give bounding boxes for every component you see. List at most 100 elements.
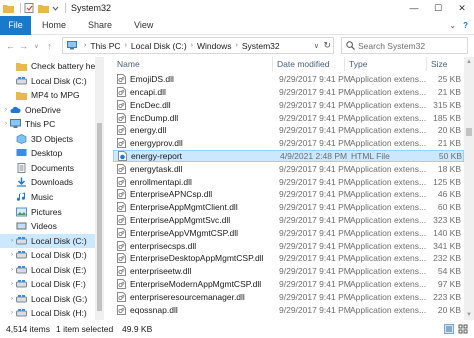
toolbar-separator (20, 3, 21, 13)
nav-item[interactable]: Documents (0, 161, 95, 175)
nav-item[interactable]: › Local Disk (D:) (0, 248, 95, 262)
nav-item-label: Local Disk (F:) (31, 279, 86, 290)
expand-chevron-icon[interactable]: › (8, 252, 16, 258)
scroll-up-icon[interactable]: ▲ (464, 57, 474, 67)
file-row[interactable]: EnterpriseAppMgmtSvc.dll 9/29/2017 9:41 P… (113, 214, 464, 227)
file-date: 4/9/2021 2:48 PM (280, 151, 348, 162)
tab-file[interactable]: File (0, 15, 31, 35)
up-arrow-icon[interactable]: ↑ (43, 37, 56, 55)
file-list-scrollbar[interactable]: ▲ ▼ (464, 57, 474, 320)
file-row[interactable]: eqossnap.dll 9/29/2017 9:41 PM Application… (113, 303, 464, 316)
column-header-date[interactable]: Date modified (273, 57, 345, 71)
expand-chevron-icon[interactable]: › (2, 121, 10, 127)
recent-locations-icon[interactable]: ∨ (30, 37, 43, 55)
chevron-down-icon[interactable]: ∨ (314, 38, 319, 53)
nav-item[interactable]: › Local Disk (E:) (0, 263, 95, 277)
chevron-right-icon[interactable]: › (125, 42, 127, 49)
expand-chevron-icon[interactable]: › (2, 107, 10, 113)
nav-item[interactable]: › Local Disk (C:) (0, 233, 95, 248)
file-row[interactable]: energytask.dll 9/29/2017 9:41 PM Applicati… (113, 163, 464, 176)
nav-item[interactable]: Desktop (0, 146, 95, 160)
search-box[interactable] (341, 37, 468, 54)
file-size: 323 KB (433, 215, 461, 226)
scrollbar-thumb[interactable] (466, 128, 472, 136)
file-row[interactable]: enterpriseresourcemanager.dll 9/29/2017 9… (113, 291, 464, 304)
nav-item[interactable]: › Local Disk (G:) (0, 292, 95, 306)
tab-home[interactable]: Home (31, 16, 77, 35)
file-row[interactable]: enrollmentapi.dll 9/29/2017 9:41 PM Applic… (113, 175, 464, 188)
nav-scrollbar[interactable] (95, 57, 104, 320)
column-header-size[interactable]: Size (427, 57, 464, 71)
nav-item[interactable]: MP4 to MPG (0, 88, 95, 102)
nav-item[interactable]: › Local Disk (H:) (0, 306, 95, 320)
search-input[interactable] (358, 40, 468, 51)
expand-chevron-icon[interactable]: › (8, 310, 16, 316)
expand-chevron-icon[interactable]: › (8, 267, 16, 273)
file-row[interactable]: EnterpriseModernAppMgmtCSP.dll 9/29/2017 … (113, 278, 464, 291)
file-row[interactable]: EnterpriseDesktopAppMgmtCSP.dll 9/29/2017… (113, 252, 464, 265)
nav-item[interactable]: Downloads (0, 175, 95, 189)
tab-share[interactable]: Share (77, 16, 123, 35)
forward-arrow-icon[interactable]: → (17, 37, 30, 55)
file-row[interactable]: EncDump.dll 9/29/2017 9:41 PM Application … (113, 111, 464, 124)
address-bar[interactable]: › This PC › Local Disk (C:) › Windows › … (62, 37, 334, 54)
file-row[interactable]: EnterpriseAPNCsp.dll 9/29/2017 9:41 PM App… (113, 188, 464, 201)
file-row[interactable]: EmojiDS.dll 9/29/2017 9:41 PM Application … (113, 73, 464, 86)
properties-icon[interactable] (24, 3, 35, 13)
file-row[interactable]: EnterpriseAppVMgmtCSP.dll 9/29/2017 9:41 … (113, 227, 464, 240)
nav-item[interactable]: Music (0, 190, 95, 204)
file-name: EncDec.dll (130, 99, 171, 110)
breadcrumb-this-pc[interactable]: This PC (90, 41, 120, 51)
back-arrow-icon[interactable]: ← (4, 37, 17, 55)
folder-icon[interactable] (3, 3, 14, 13)
nav-item[interactable]: 3D Objects (0, 132, 95, 146)
column-header-name-label: Name (117, 59, 140, 69)
nav-item[interactable]: Videos (0, 219, 95, 233)
file-row[interactable]: EnterpriseAppMgmtClient.dll 9/29/2017 9:4… (113, 201, 464, 214)
details-view-icon[interactable] (444, 324, 454, 334)
file-name-cell: EmojiDS.dll (117, 74, 267, 85)
file-row[interactable]: energyprov.dll 9/29/2017 9:41 PM Applicati… (113, 137, 464, 150)
refresh-icon[interactable]: ↻ (323, 38, 331, 53)
file-row[interactable]: enterpriseetw.dll 9/29/2017 9:41 PM Applic… (113, 265, 464, 278)
column-header-type[interactable]: Type (345, 57, 427, 71)
file-row[interactable]: EncDec.dll 9/29/2017 9:41 PM Application e… (113, 99, 464, 112)
column-header-name[interactable]: Name (113, 57, 273, 71)
close-button[interactable]: ✕ (450, 0, 474, 16)
pc-icon (10, 119, 21, 129)
chevron-right-icon[interactable]: › (191, 42, 193, 49)
nav-item[interactable]: Local Disk (C:) (0, 74, 95, 88)
file-row[interactable]: enterprisecsps.dll 9/29/2017 9:41 PM Appli… (113, 239, 464, 252)
nav-item[interactable]: Pictures (0, 205, 95, 219)
large-icons-view-icon[interactable] (458, 324, 468, 334)
nav-item[interactable]: Check battery heal (0, 59, 95, 73)
file-size: 18 KB (437, 163, 461, 174)
expand-chevron-icon[interactable]: › (8, 281, 16, 287)
tab-view[interactable]: View (123, 16, 164, 35)
nav-item[interactable]: › Local Disk (F:) (0, 277, 95, 291)
help-icon[interactable]: ? (463, 21, 468, 30)
file-row[interactable]: energy-report 4/9/2021 2:48 PM HTML File 50… (113, 149, 464, 163)
breadcrumb-system32[interactable]: System32 (242, 41, 280, 51)
chevron-right-icon[interactable]: › (235, 42, 237, 49)
expand-chevron-icon[interactable]: › (8, 296, 16, 302)
nav-item-label: Check battery heal (31, 61, 95, 71)
scroll-down-icon[interactable]: ▼ (464, 310, 474, 320)
nav-item[interactable]: › OneDrive (0, 103, 95, 117)
nav-scrollbar-thumb[interactable] (97, 123, 102, 311)
expand-ribbon-icon[interactable]: ⌄ (449, 21, 456, 30)
file-row[interactable]: energy.dll 9/29/2017 9:41 PM Application e… (113, 124, 464, 137)
breadcrumb-local-disk[interactable]: Local Disk (C:) (131, 41, 187, 51)
maximize-button[interactable]: ☐ (426, 0, 450, 16)
expand-chevron-icon[interactable]: › (8, 238, 16, 244)
minimize-button[interactable]: — (402, 0, 426, 16)
nav-item[interactable]: › This PC (0, 117, 95, 131)
customize-qat-icon[interactable] (52, 3, 59, 13)
file-row[interactable]: encapi.dll 9/29/2017 9:41 PM Application e… (113, 86, 464, 99)
chevron-right-icon: › (84, 42, 87, 49)
breadcrumb-windows[interactable]: Windows (197, 41, 231, 51)
file-name-cell: energy.dll (117, 125, 267, 136)
file-type: Application extens... (350, 176, 426, 187)
ribbon-tabs: File Home Share View ⌄ ? (0, 15, 474, 35)
new-folder-icon[interactable] (38, 3, 49, 13)
